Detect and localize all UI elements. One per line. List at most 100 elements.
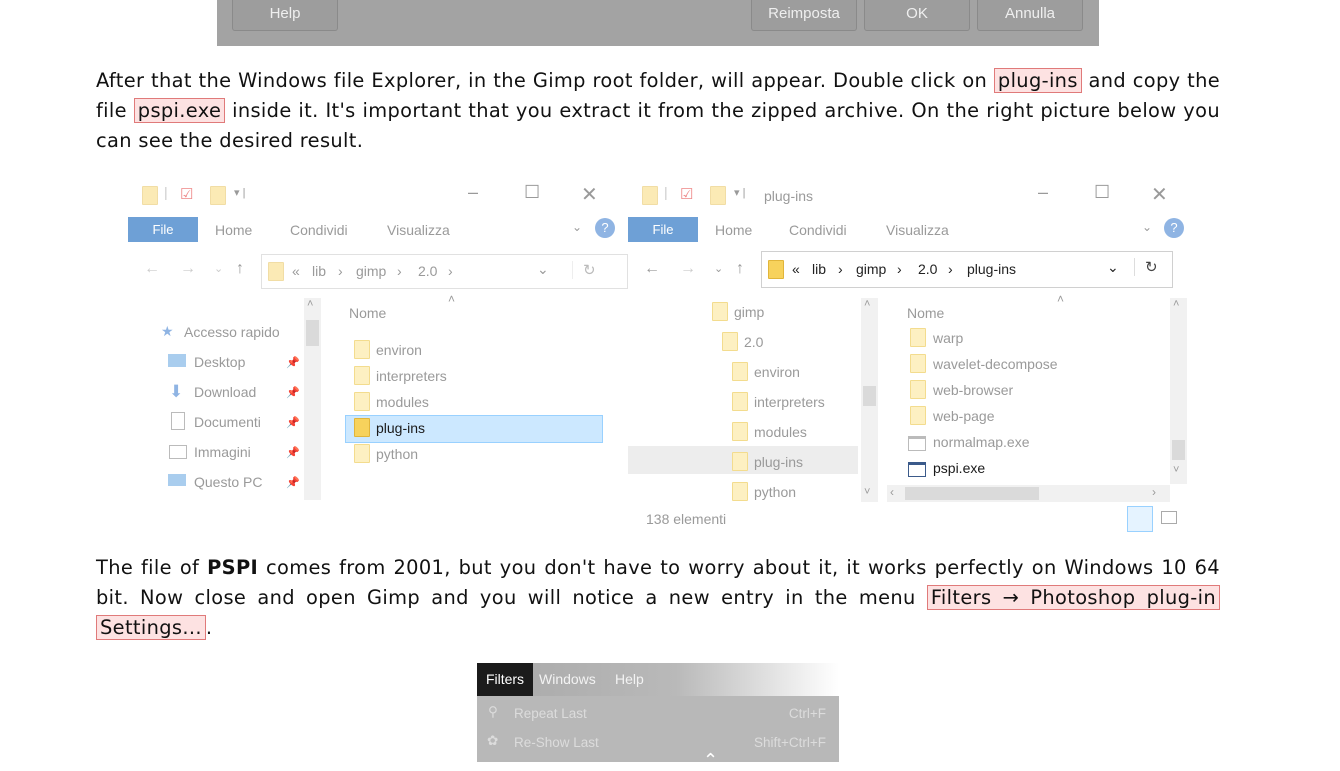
path-plug-ins[interactable]: plug-ins <box>967 261 1016 277</box>
menu-windows[interactable]: Windows <box>539 663 596 696</box>
tab-file[interactable]: File <box>128 217 198 242</box>
tree-scrollbar[interactable] <box>861 298 878 502</box>
file-web-browser[interactable]: web-browser <box>933 382 1013 398</box>
files-vertical-scrollbar[interactable] <box>1170 298 1187 484</box>
scroll-thumb[interactable] <box>905 487 1039 500</box>
tree-gimp[interactable]: gimp <box>734 304 764 320</box>
nav-documents[interactable]: Documenti <box>194 414 261 430</box>
back-arrow-icon[interactable]: ← <box>144 260 160 278</box>
forward-arrow-icon[interactable]: → <box>180 260 196 278</box>
back-arrow-icon[interactable]: ← <box>644 260 660 278</box>
scroll-up-icon[interactable]: ˄ <box>864 298 870 310</box>
scroll-thumb[interactable] <box>306 320 319 346</box>
path-overflow[interactable]: « <box>292 263 300 279</box>
forward-arrow-icon[interactable]: → <box>680 260 696 278</box>
close-icon[interactable]: ✕ <box>581 182 598 207</box>
column-header-name[interactable]: Nome <box>349 305 386 321</box>
maximize-icon[interactable]: ☐ <box>1094 182 1110 203</box>
menu-item-repeat-last[interactable]: Repeat Last <box>514 706 587 721</box>
address-bar[interactable]: « lib › gimp › 2.0 › plug-ins ⌄ ↻ <box>761 251 1173 288</box>
quick-access-dropdown-icon[interactable]: ▾ | <box>234 186 245 199</box>
help-icon[interactable]: ? <box>1164 218 1184 238</box>
recent-chevron-icon[interactable]: ⌄ <box>214 262 223 275</box>
menu-item-reshow-last[interactable]: Re-Show Last <box>514 735 599 750</box>
folder-environ[interactable]: environ <box>376 342 422 358</box>
minimize-icon[interactable]: – <box>468 182 478 203</box>
nav-desktop[interactable]: Desktop <box>194 354 245 370</box>
properties-icon[interactable]: ☑ <box>180 185 193 203</box>
quick-access-dropdown-icon[interactable]: ▾ | <box>734 186 745 199</box>
tab-home[interactable]: Home <box>715 222 752 238</box>
refresh-icon[interactable]: ↻ <box>572 261 596 279</box>
menu-filters[interactable]: Filters <box>477 663 533 696</box>
tree-python[interactable]: python <box>754 484 796 500</box>
up-arrow-icon[interactable]: ↑ <box>236 260 244 278</box>
path-gimp[interactable]: gimp <box>356 263 386 279</box>
file-wavelet-decompose[interactable]: wavelet-decompose <box>933 356 1058 372</box>
submenu-scroll-up-icon[interactable]: ⌃ <box>703 750 718 771</box>
scroll-down-icon[interactable]: ˅ <box>864 486 870 498</box>
scroll-up-icon[interactable]: ˄ <box>307 298 313 310</box>
maximize-icon[interactable]: ☐ <box>524 182 540 203</box>
file-web-page[interactable]: web-page <box>933 408 995 424</box>
scroll-down-icon[interactable]: ˅ <box>1173 464 1179 476</box>
path-dropdown-icon[interactable]: ⌄ <box>537 261 549 278</box>
properties-icon[interactable]: ☑ <box>680 185 693 203</box>
tree-2-0[interactable]: 2.0 <box>744 334 763 350</box>
path-lib[interactable]: lib <box>312 263 326 279</box>
up-arrow-icon[interactable]: ↑ <box>736 260 744 278</box>
column-header-name[interactable]: Nome <box>907 305 944 321</box>
path-2-0[interactable]: 2.0 <box>418 263 437 279</box>
path-lib[interactable]: lib <box>812 261 826 277</box>
scroll-up-icon[interactable]: ˄ <box>1173 298 1179 310</box>
minimize-icon[interactable]: – <box>1038 182 1048 203</box>
tab-share[interactable]: Condividi <box>290 222 348 238</box>
tab-home[interactable]: Home <box>215 222 252 238</box>
file-normalmap-exe[interactable]: normalmap.exe <box>933 434 1030 450</box>
tree-interpreters[interactable]: interpreters <box>754 394 825 410</box>
scroll-thumb[interactable] <box>863 386 876 406</box>
tree-modules[interactable]: modules <box>754 424 807 440</box>
tab-view[interactable]: Visualizza <box>886 222 949 238</box>
address-bar[interactable]: « lib › gimp › 2.0 › ⌄ ↻ <box>261 254 628 289</box>
chevron-down-icon[interactable]: ⌄ <box>572 220 582 234</box>
scroll-left-icon[interactable]: ‹ <box>890 485 894 499</box>
folder-modules[interactable]: modules <box>376 394 429 410</box>
chevron-down-icon[interactable]: ⌄ <box>1142 220 1152 234</box>
nav-this-pc[interactable]: Questo PC <box>194 474 262 490</box>
tab-view[interactable]: Visualizza <box>387 222 450 238</box>
scroll-thumb[interactable] <box>1172 440 1185 460</box>
tab-share[interactable]: Condividi <box>789 222 847 238</box>
cancel-button[interactable]: Annulla <box>977 0 1083 31</box>
nav-scrollbar[interactable] <box>304 298 321 500</box>
tree-plug-ins[interactable]: plug-ins <box>754 454 803 470</box>
path-gimp[interactable]: gimp <box>856 261 886 277</box>
tab-file[interactable]: File <box>628 217 698 242</box>
folder-interpreters[interactable]: interpreters <box>376 368 447 384</box>
details-view-icon[interactable] <box>1127 506 1153 532</box>
recent-chevron-icon[interactable]: ⌄ <box>714 262 723 275</box>
file-warp[interactable]: warp <box>933 330 963 346</box>
help-button[interactable]: Help <box>232 0 338 31</box>
nav-pictures[interactable]: Immagini <box>194 444 251 460</box>
files-horizontal-scrollbar[interactable] <box>887 485 1170 502</box>
new-folder-icon[interactable] <box>710 186 726 205</box>
folder-plug-ins[interactable]: plug-ins <box>376 420 425 436</box>
folder-python[interactable]: python <box>376 446 418 462</box>
ok-button[interactable]: OK <box>864 0 970 31</box>
reset-button[interactable]: Reimposta <box>751 0 857 31</box>
new-folder-icon[interactable] <box>210 186 226 205</box>
scroll-right-icon[interactable]: › <box>1152 485 1156 499</box>
large-icons-view-icon[interactable] <box>1161 511 1177 524</box>
menu-help[interactable]: Help <box>615 663 644 696</box>
path-dropdown-icon[interactable]: ⌄ <box>1107 259 1119 276</box>
path-overflow[interactable]: « <box>792 261 800 277</box>
file-pspi-exe[interactable]: pspi.exe <box>933 460 985 476</box>
tree-environ[interactable]: environ <box>754 364 800 380</box>
nav-download[interactable]: Download <box>194 384 256 400</box>
path-2-0[interactable]: 2.0 <box>918 261 937 277</box>
nav-quick-access[interactable]: Accesso rapido <box>184 324 280 340</box>
help-icon[interactable]: ? <box>595 218 615 238</box>
refresh-icon[interactable]: ↻ <box>1134 258 1158 276</box>
close-icon[interactable]: ✕ <box>1151 182 1168 207</box>
